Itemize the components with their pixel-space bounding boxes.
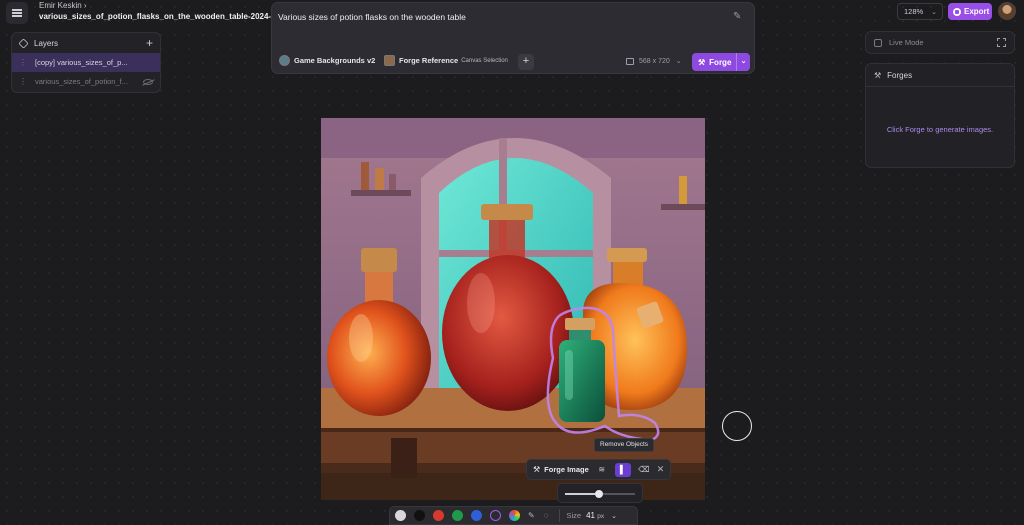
brush-cursor [722,411,752,441]
add-layer-button[interactable]: + [146,36,153,50]
eye-off-icon[interactable] [143,78,153,85]
chevron-down-icon: ⌄ [931,8,937,16]
layers-panel: Layers + ⋮ [copy] various_sizes_of_p... … [11,32,161,93]
export-button[interactable]: Export [948,3,992,20]
lasso-icon[interactable]: ◌ [544,511,549,520]
chevron-down-icon[interactable]: ⌄ [611,512,617,520]
slider-knob[interactable] [595,490,603,498]
zoom-selector[interactable]: 128% ⌄ [897,3,943,20]
chevron-right-icon: › [83,1,87,10]
hamburger-icon [12,12,22,14]
reference-sub: Canvas Selection [461,57,508,64]
size-value[interactable]: 41 px [586,511,604,520]
layers-title: Layers [34,38,59,48]
chevron-down-icon: ⌄ [675,58,682,65]
size-label: Size [566,511,582,520]
prompt-input[interactable]: Various sizes of potion flasks on the wo… [278,12,466,22]
color-swatch-red[interactable] [433,510,444,521]
color-picker-icon[interactable] [509,510,520,521]
add-reference-button[interactable]: + [518,54,534,70]
reference-label: Forge Reference [399,56,459,65]
export-label: Export [964,7,990,16]
forge-options-chevron-icon[interactable]: ⌄ [736,53,750,71]
forge-label: Forge [709,57,732,67]
breadcrumb-user[interactable]: Emir Keskin › [39,1,87,10]
avatar[interactable] [998,2,1016,20]
aspect-icon [626,57,634,65]
size-label: 568 x 720 [639,57,670,65]
color-swatch-white[interactable] [395,510,406,521]
reference-thumbnail [384,55,395,66]
color-palette-toolbar: ✎ ◌ Size 41 px ⌄ [389,506,638,525]
forges-panel: ⚒ Forges Click Forge to generate images. [865,63,1015,168]
divider [559,509,561,522]
hammer-icon: ⚒ [874,70,882,80]
forges-title: Forges [887,70,913,80]
edit-toolbar: ⚒ Forge Image ≋ ▌ ⌫ ✕ [526,459,671,480]
layer-label: various_sizes_of_potion_f... [35,77,128,86]
layers-icon [18,37,29,49]
forge-button[interactable]: ⚒ Forge ⌄ [692,53,750,71]
color-swatch-blue[interactable] [471,510,482,521]
model-label: Game Backgrounds v2 [294,56,376,65]
slider-track[interactable] [565,490,635,498]
layers-header: Layers + [12,33,160,53]
forge-image-button[interactable]: Forge Image [544,465,589,474]
zoom-value: 128% [904,7,924,16]
image-size-selector[interactable]: 568 x 720 ⌄ [626,57,682,65]
export-icon [953,7,961,16]
live-mode-toggle[interactable]: Live Mode [865,31,1015,54]
hammer-icon: ⚒ [533,465,541,474]
color-swatch-green[interactable] [452,510,463,521]
expand-icon[interactable] [997,38,1006,47]
live-mode-label: Live Mode [889,38,924,47]
layer-label: [copy] various_sizes_of_p... [35,58,128,67]
model-selector[interactable]: Game Backgrounds v2 [279,55,378,66]
file-name: various_sizes_of_potion_flasks_on_the_wo… [39,12,271,21]
color-swatch-black[interactable] [414,510,425,521]
color-swatch-selected[interactable] [490,510,501,521]
layer-item[interactable]: ⋮ [copy] various_sizes_of_p... [12,53,160,72]
eraser-icon[interactable]: ⌫ [637,463,651,477]
prompt-panel: Various sizes of potion flasks on the wo… [271,2,755,74]
brush-tool-icon[interactable]: ▌ [614,462,631,477]
model-thumbnail [279,55,290,66]
magic-wand-icon[interactable]: ✎ [733,11,746,24]
forges-header: ⚒ Forges [866,64,1014,87]
forge-reference[interactable]: Forge Reference Canvas Selection [384,55,508,66]
drag-handle-icon[interactable]: ⋮ [19,58,27,67]
pencil-icon[interactable]: ✎ [528,511,535,520]
hammer-icon: ⚒ [698,57,706,67]
layer-item[interactable]: ⋮ various_sizes_of_potion_f... [12,72,160,91]
live-mode-icon [874,38,882,47]
slider-fill [565,493,595,495]
layers-stack-icon[interactable]: ≋ [595,463,609,477]
drag-handle-icon[interactable]: ⋮ [19,77,27,86]
remove-objects-tooltip: Remove Objects [594,438,655,452]
forges-empty-message: Click Forge to generate images. [886,125,994,134]
close-icon[interactable]: ✕ [657,464,665,475]
brush-size-slider[interactable] [557,483,643,503]
menu-button[interactable] [6,2,28,24]
